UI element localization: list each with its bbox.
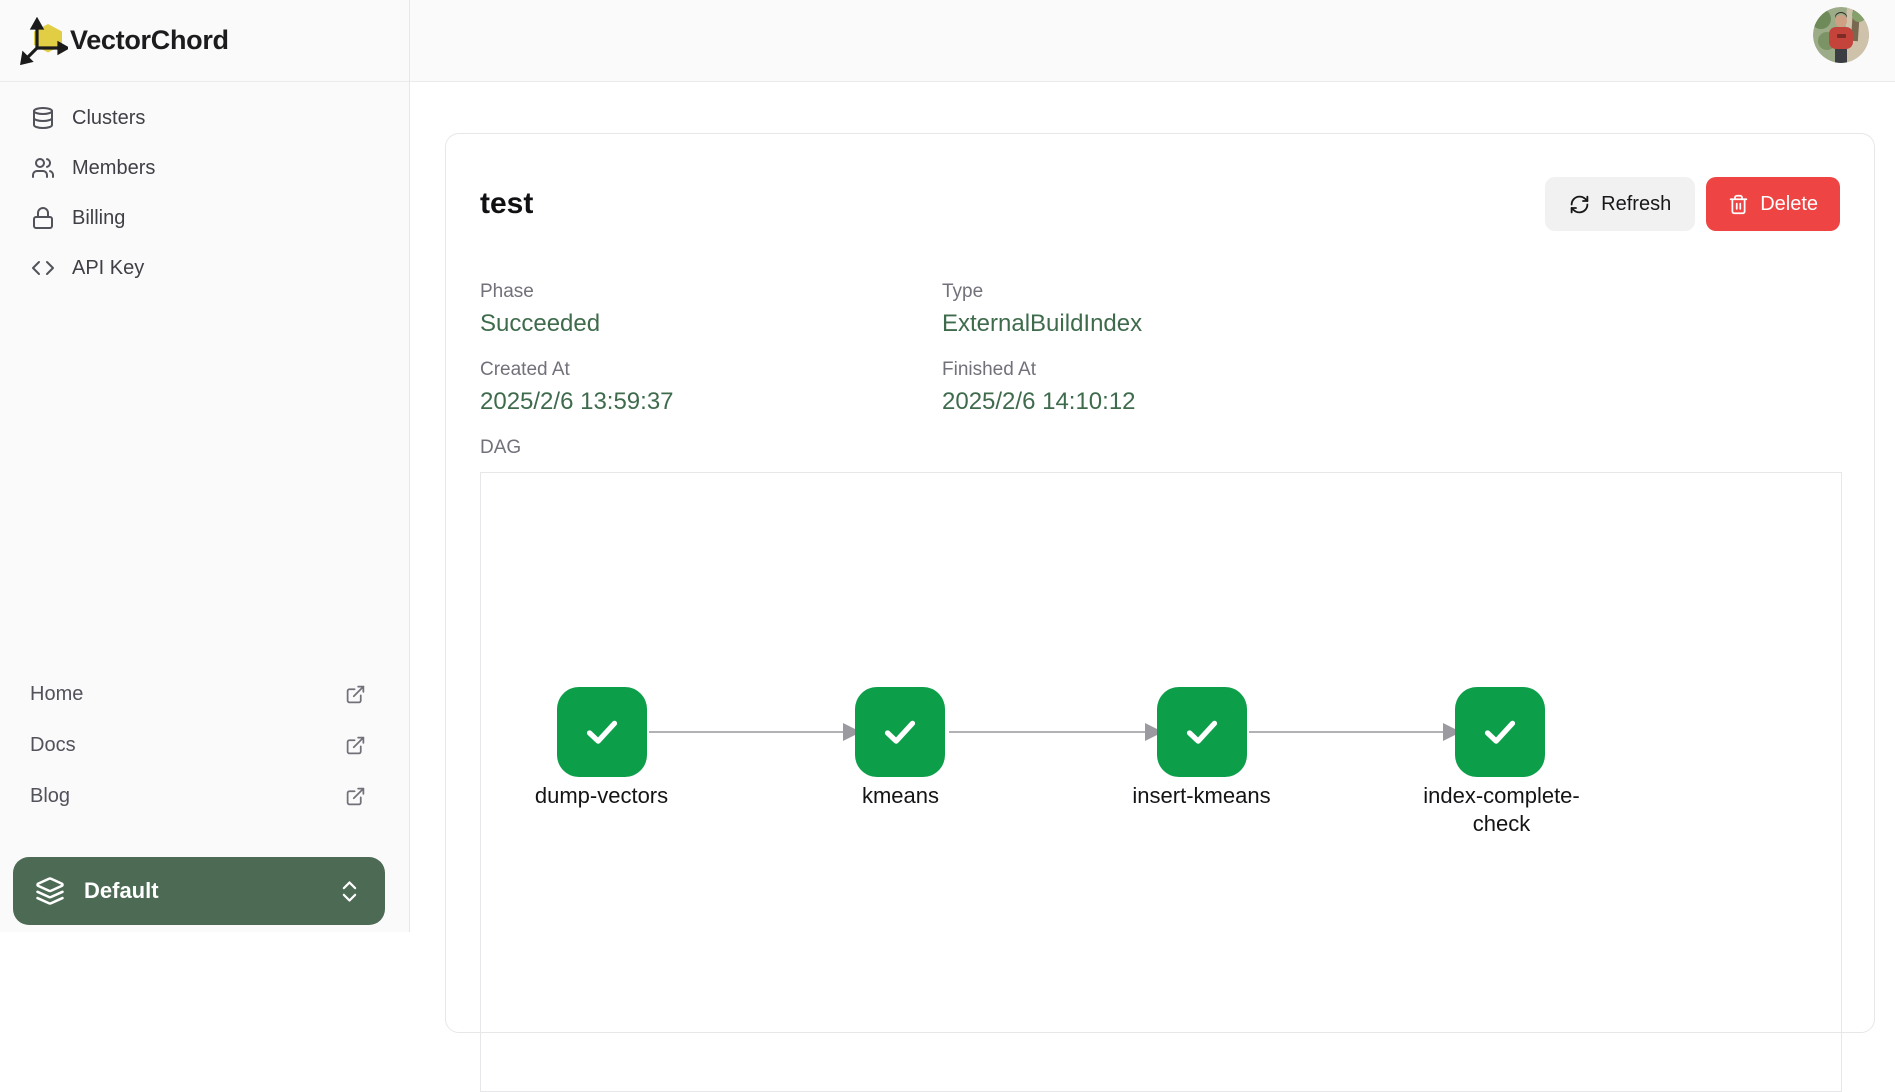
dag-node-kmeans[interactable] — [855, 687, 945, 777]
delete-button-label: Delete — [1760, 193, 1818, 216]
avatar-photo — [1813, 7, 1869, 63]
field-label: Finished At — [942, 359, 1840, 381]
card-header: test Refresh Delete — [480, 167, 1840, 241]
workspace-switcher-button[interactable]: Default — [13, 857, 385, 925]
field-value: Succeeded — [480, 310, 942, 338]
sidebar-link-blog[interactable]: Blog — [0, 771, 409, 822]
dag-node-label: insert-kmeans — [1119, 782, 1284, 810]
footer-link-label: Docs — [30, 734, 76, 757]
field-value: ExternalBuildIndex — [942, 310, 1840, 338]
dag-canvas[interactable]: dump-vectors kmeans insert-kmeans index-… — [480, 472, 1842, 1092]
field-value: 2025/2/6 13:59:37 — [480, 388, 942, 416]
layers-icon — [35, 876, 65, 906]
check-icon — [579, 709, 625, 755]
users-icon — [31, 156, 55, 180]
external-link-icon — [345, 786, 366, 807]
refresh-button[interactable]: Refresh — [1545, 177, 1695, 231]
dag-node-label: kmeans — [818, 782, 983, 810]
dag-node-label: index-complete-check — [1419, 782, 1584, 838]
dag-node-index-complete-check[interactable] — [1455, 687, 1545, 777]
sidebar-item-label: API Key — [72, 257, 144, 280]
trash-icon — [1728, 194, 1749, 215]
sidebar-item-members[interactable]: Members — [0, 143, 409, 193]
lock-icon — [31, 206, 55, 230]
job-title: test — [480, 187, 533, 221]
brand-link[interactable]: VectorChord — [0, 0, 409, 82]
card-actions: Refresh Delete — [1545, 177, 1840, 231]
user-avatar[interactable] — [1813, 7, 1869, 63]
field-type: Type ExternalBuildIndex — [942, 281, 1840, 338]
chevrons-up-down-icon — [336, 878, 363, 905]
field-label: Created At — [480, 359, 942, 381]
sidebar-footer-links: Home Docs Blog — [0, 669, 409, 822]
sidebar: VectorChord Clusters Members Billing — [0, 0, 410, 932]
refresh-icon — [1569, 194, 1590, 215]
sidebar-menu: Clusters Members Billing API Key — [0, 82, 409, 293]
sidebar-item-clusters[interactable]: Clusters — [0, 93, 409, 143]
dag-node-dump-vectors[interactable] — [557, 687, 647, 777]
check-icon — [1179, 709, 1225, 755]
sidebar-link-docs[interactable]: Docs — [0, 720, 409, 771]
sidebar-item-api-key[interactable]: API Key — [0, 243, 409, 293]
brand-logo-icon — [20, 17, 68, 65]
field-label: Phase — [480, 281, 942, 303]
sidebar-item-label: Billing — [72, 207, 125, 230]
brand-name: VectorChord — [70, 25, 229, 56]
sidebar-item-label: Members — [72, 157, 155, 180]
database-icon — [31, 106, 55, 130]
workspace-name: Default — [84, 878, 336, 904]
external-link-icon — [345, 735, 366, 756]
external-link-icon — [345, 684, 366, 705]
field-phase: Phase Succeeded — [480, 281, 942, 338]
footer-link-label: Blog — [30, 785, 70, 808]
dag-node-label: dump-vectors — [519, 782, 684, 810]
delete-button[interactable]: Delete — [1706, 177, 1840, 231]
job-detail-card: test Refresh Delete Phase Succe — [445, 133, 1875, 1033]
sidebar-item-billing[interactable]: Billing — [0, 193, 409, 243]
topbar — [410, 0, 1895, 82]
footer-link-label: Home — [30, 683, 83, 706]
code-icon — [31, 256, 55, 280]
sidebar-item-label: Clusters — [72, 107, 145, 130]
job-fields: Phase Succeeded Type ExternalBuildIndex … — [480, 281, 1840, 416]
check-icon — [1477, 709, 1523, 755]
dag-section-label: DAG — [480, 437, 1840, 459]
field-created-at: Created At 2025/2/6 13:59:37 — [480, 359, 942, 416]
field-finished-at: Finished At 2025/2/6 14:10:12 — [942, 359, 1840, 416]
refresh-button-label: Refresh — [1601, 193, 1671, 216]
field-label: Type — [942, 281, 1840, 303]
dag-node-insert-kmeans[interactable] — [1157, 687, 1247, 777]
check-icon — [877, 709, 923, 755]
field-value: 2025/2/6 14:10:12 — [942, 388, 1840, 416]
sidebar-link-home[interactable]: Home — [0, 669, 409, 720]
